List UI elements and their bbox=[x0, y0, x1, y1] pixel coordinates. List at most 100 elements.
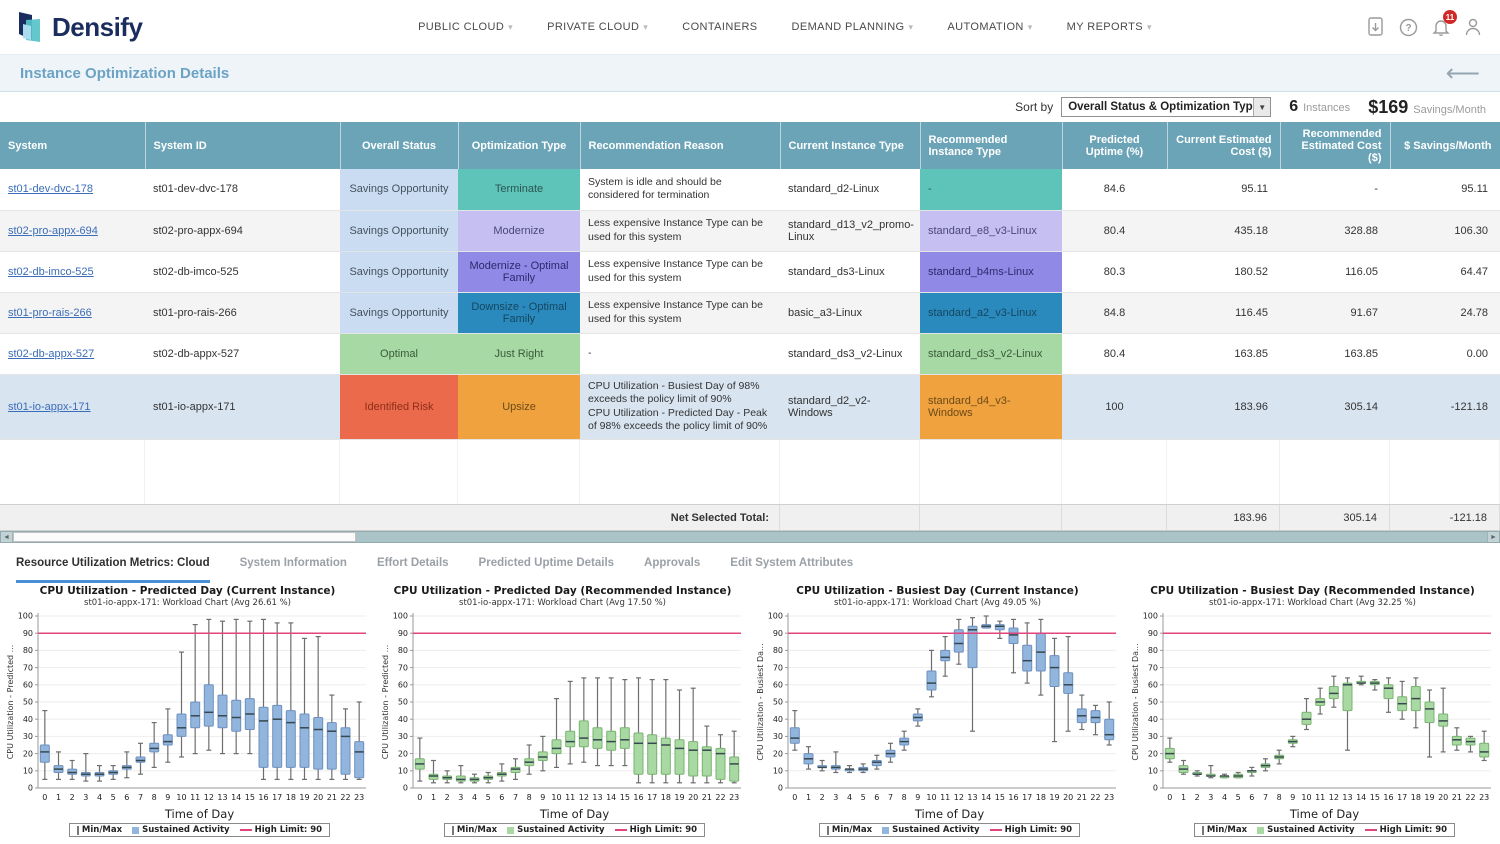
nav-private-cloud[interactable]: PRIVATE CLOUD▾ bbox=[547, 21, 648, 33]
col-recommended-estimated-cost[interactable]: Recommended Estimated Cost ($) bbox=[1280, 122, 1390, 169]
table-cell: standard_d2-Linux bbox=[780, 169, 920, 210]
tab-predicted-uptime-details[interactable]: Predicted Uptime Details bbox=[479, 557, 614, 583]
table-cell: 106.30 bbox=[1390, 210, 1500, 251]
col-savings-month[interactable]: $ Savings/Month bbox=[1390, 122, 1500, 169]
svg-text:5: 5 bbox=[860, 793, 865, 802]
nav-public-cloud[interactable]: PUBLIC CLOUD▾ bbox=[418, 21, 513, 33]
tab-system-information[interactable]: System Information bbox=[240, 557, 347, 583]
table-header-row: System System ID Overall Status Optimiza… bbox=[0, 122, 1500, 169]
svg-text:70: 70 bbox=[22, 663, 32, 672]
table-row[interactable]: st02-pro-appx-694st02-pro-appx-694Saving… bbox=[0, 210, 1500, 251]
svg-text:1: 1 bbox=[430, 793, 435, 802]
table-cell: 84.6 bbox=[1062, 169, 1167, 210]
export-report-icon[interactable] bbox=[1367, 17, 1385, 37]
boxplot-canvas: 0102030405060708090100012345678910111213… bbox=[1129, 609, 1497, 809]
col-system[interactable]: System bbox=[0, 122, 145, 169]
svg-text:16: 16 bbox=[633, 793, 643, 802]
col-current-estimated-cost[interactable]: Current Estimated Cost ($) bbox=[1167, 122, 1280, 169]
table-cell: System is idle and should be considered … bbox=[580, 169, 780, 210]
table-row[interactable]: st01-pro-rais-266st01-pro-rais-266Saving… bbox=[0, 292, 1500, 333]
table-row[interactable]: st01-io-appx-171st01-io-appx-171Identifi… bbox=[0, 374, 1500, 440]
system-link[interactable]: st02-db-imco-525 bbox=[8, 266, 94, 278]
minmax-line-icon bbox=[77, 826, 79, 835]
sort-by-select[interactable]: Overall Status & Optimization Type ▼ bbox=[1061, 97, 1271, 117]
chart-subtitle: st01-io-appx-171: Workload Chart (Avg 17… bbox=[459, 598, 666, 608]
svg-text:12: 12 bbox=[953, 793, 963, 802]
sustained-box-icon bbox=[132, 827, 139, 834]
col-recommendation-reason[interactable]: Recommendation Reason bbox=[580, 122, 780, 169]
table-row[interactable]: st01-dev-dvc-178st01-dev-dvc-178Savings … bbox=[0, 169, 1500, 210]
svg-text:22: 22 bbox=[1090, 793, 1100, 802]
system-link[interactable]: st02-db-appx-527 bbox=[8, 348, 94, 360]
svg-text:19: 19 bbox=[1424, 793, 1434, 802]
table-cell: 305.14 bbox=[1280, 374, 1390, 440]
table-cell: 80.4 bbox=[1062, 210, 1167, 251]
col-system-id[interactable]: System ID bbox=[145, 122, 340, 169]
svg-text:0: 0 bbox=[27, 784, 32, 793]
sustained-box-icon bbox=[507, 827, 514, 834]
svg-text:30: 30 bbox=[397, 732, 407, 741]
col-predicted-uptime[interactable]: Predicted Uptime (%) bbox=[1062, 122, 1167, 169]
svg-text:9: 9 bbox=[915, 793, 920, 802]
svg-text:2: 2 bbox=[1194, 793, 1199, 802]
system-link[interactable]: st01-io-appx-171 bbox=[8, 401, 91, 413]
densify-logo[interactable]: Densify bbox=[18, 11, 238, 43]
svg-text:9: 9 bbox=[165, 793, 170, 802]
scrollbar-thumb[interactable] bbox=[13, 532, 356, 542]
svg-text:17: 17 bbox=[272, 793, 282, 802]
svg-text:8: 8 bbox=[526, 793, 531, 802]
col-optimization-type[interactable]: Optimization Type bbox=[458, 122, 580, 169]
notifications-bell-icon[interactable]: 11 bbox=[1432, 17, 1450, 37]
col-recommended-instance-type[interactable]: Recommended Instance Type bbox=[920, 122, 1062, 169]
optimization-table: System System ID Overall Status Optimiza… bbox=[0, 122, 1500, 440]
svg-text:50: 50 bbox=[1147, 698, 1157, 707]
svg-text:20: 20 bbox=[313, 793, 323, 802]
nav-automation[interactable]: AUTOMATION▾ bbox=[947, 21, 1032, 33]
svg-text:18: 18 bbox=[1410, 793, 1420, 802]
svg-text:20: 20 bbox=[1147, 749, 1157, 758]
col-current-instance-type[interactable]: Current Instance Type bbox=[780, 122, 920, 169]
app-window: Densify PUBLIC CLOUD▾ PRIVATE CLOUD▾ CON… bbox=[0, 0, 1500, 844]
chevron-down-icon: ▾ bbox=[1147, 22, 1152, 33]
help-icon[interactable]: ? bbox=[1399, 18, 1418, 37]
svg-text:8: 8 bbox=[901, 793, 906, 802]
tab-approvals[interactable]: Approvals bbox=[644, 557, 700, 583]
tab-resource-utilization[interactable]: Resource Utilization Metrics: Cloud bbox=[16, 557, 210, 583]
net-selected-total-row: Net Selected Total: 183.96 305.14 -121.1… bbox=[0, 504, 1500, 531]
table-cell: 183.96 bbox=[1167, 374, 1280, 440]
scroll-right-icon[interactable]: ► bbox=[1487, 532, 1499, 542]
svg-text:0: 0 bbox=[402, 784, 407, 793]
svg-text:100: 100 bbox=[767, 612, 782, 621]
table-row[interactable]: st02-db-imco-525st02-db-imco-525Savings … bbox=[0, 251, 1500, 292]
tab-effort-details[interactable]: Effort Details bbox=[377, 557, 449, 583]
svg-text:50: 50 bbox=[397, 698, 407, 707]
table-cell: st01-dev-dvc-178 bbox=[145, 169, 340, 210]
back-button[interactable]: ⟵ bbox=[1446, 63, 1480, 83]
svg-text:40: 40 bbox=[22, 715, 32, 724]
system-link[interactable]: st01-dev-dvc-178 bbox=[8, 183, 93, 195]
svg-text:19: 19 bbox=[299, 793, 309, 802]
svg-text:17: 17 bbox=[1397, 793, 1407, 802]
nav-demand-planning[interactable]: DEMAND PLANNING▾ bbox=[792, 21, 914, 33]
chevron-down-icon: ▾ bbox=[1028, 22, 1033, 33]
scroll-left-icon[interactable]: ◄ bbox=[1, 532, 13, 542]
svg-text:21: 21 bbox=[1451, 793, 1461, 802]
nav-my-reports[interactable]: MY REPORTS▾ bbox=[1067, 21, 1152, 33]
select-dropdown-icon[interactable]: ▼ bbox=[1253, 98, 1270, 116]
svg-text:1: 1 bbox=[805, 793, 810, 802]
svg-text:80: 80 bbox=[397, 646, 407, 655]
tab-edit-system-attributes[interactable]: Edit System Attributes bbox=[730, 557, 853, 583]
table-cell: -121.18 bbox=[1390, 374, 1500, 440]
workload-charts: CPU Utilization - Predicted Day (Current… bbox=[0, 583, 1500, 837]
svg-text:17: 17 bbox=[1022, 793, 1032, 802]
system-link[interactable]: st02-pro-appx-694 bbox=[8, 225, 98, 237]
user-profile-icon[interactable] bbox=[1464, 17, 1482, 37]
nav-containers[interactable]: CONTAINERS bbox=[682, 21, 757, 33]
col-overall-status[interactable]: Overall Status bbox=[340, 122, 458, 169]
system-link[interactable]: st01-pro-rais-266 bbox=[8, 307, 92, 319]
horizontal-scrollbar[interactable]: ◄ ► bbox=[0, 531, 1500, 543]
table-row[interactable]: st02-db-appx-527st02-db-appx-527OptimalJ… bbox=[0, 333, 1500, 374]
legend-high-limit: High Limit: 90 bbox=[240, 825, 322, 835]
chart-subtitle: st01-io-appx-171: Workload Chart (Avg 32… bbox=[1209, 598, 1416, 608]
recommended-type-cell: standard_d4_v3-Windows bbox=[920, 374, 1062, 440]
